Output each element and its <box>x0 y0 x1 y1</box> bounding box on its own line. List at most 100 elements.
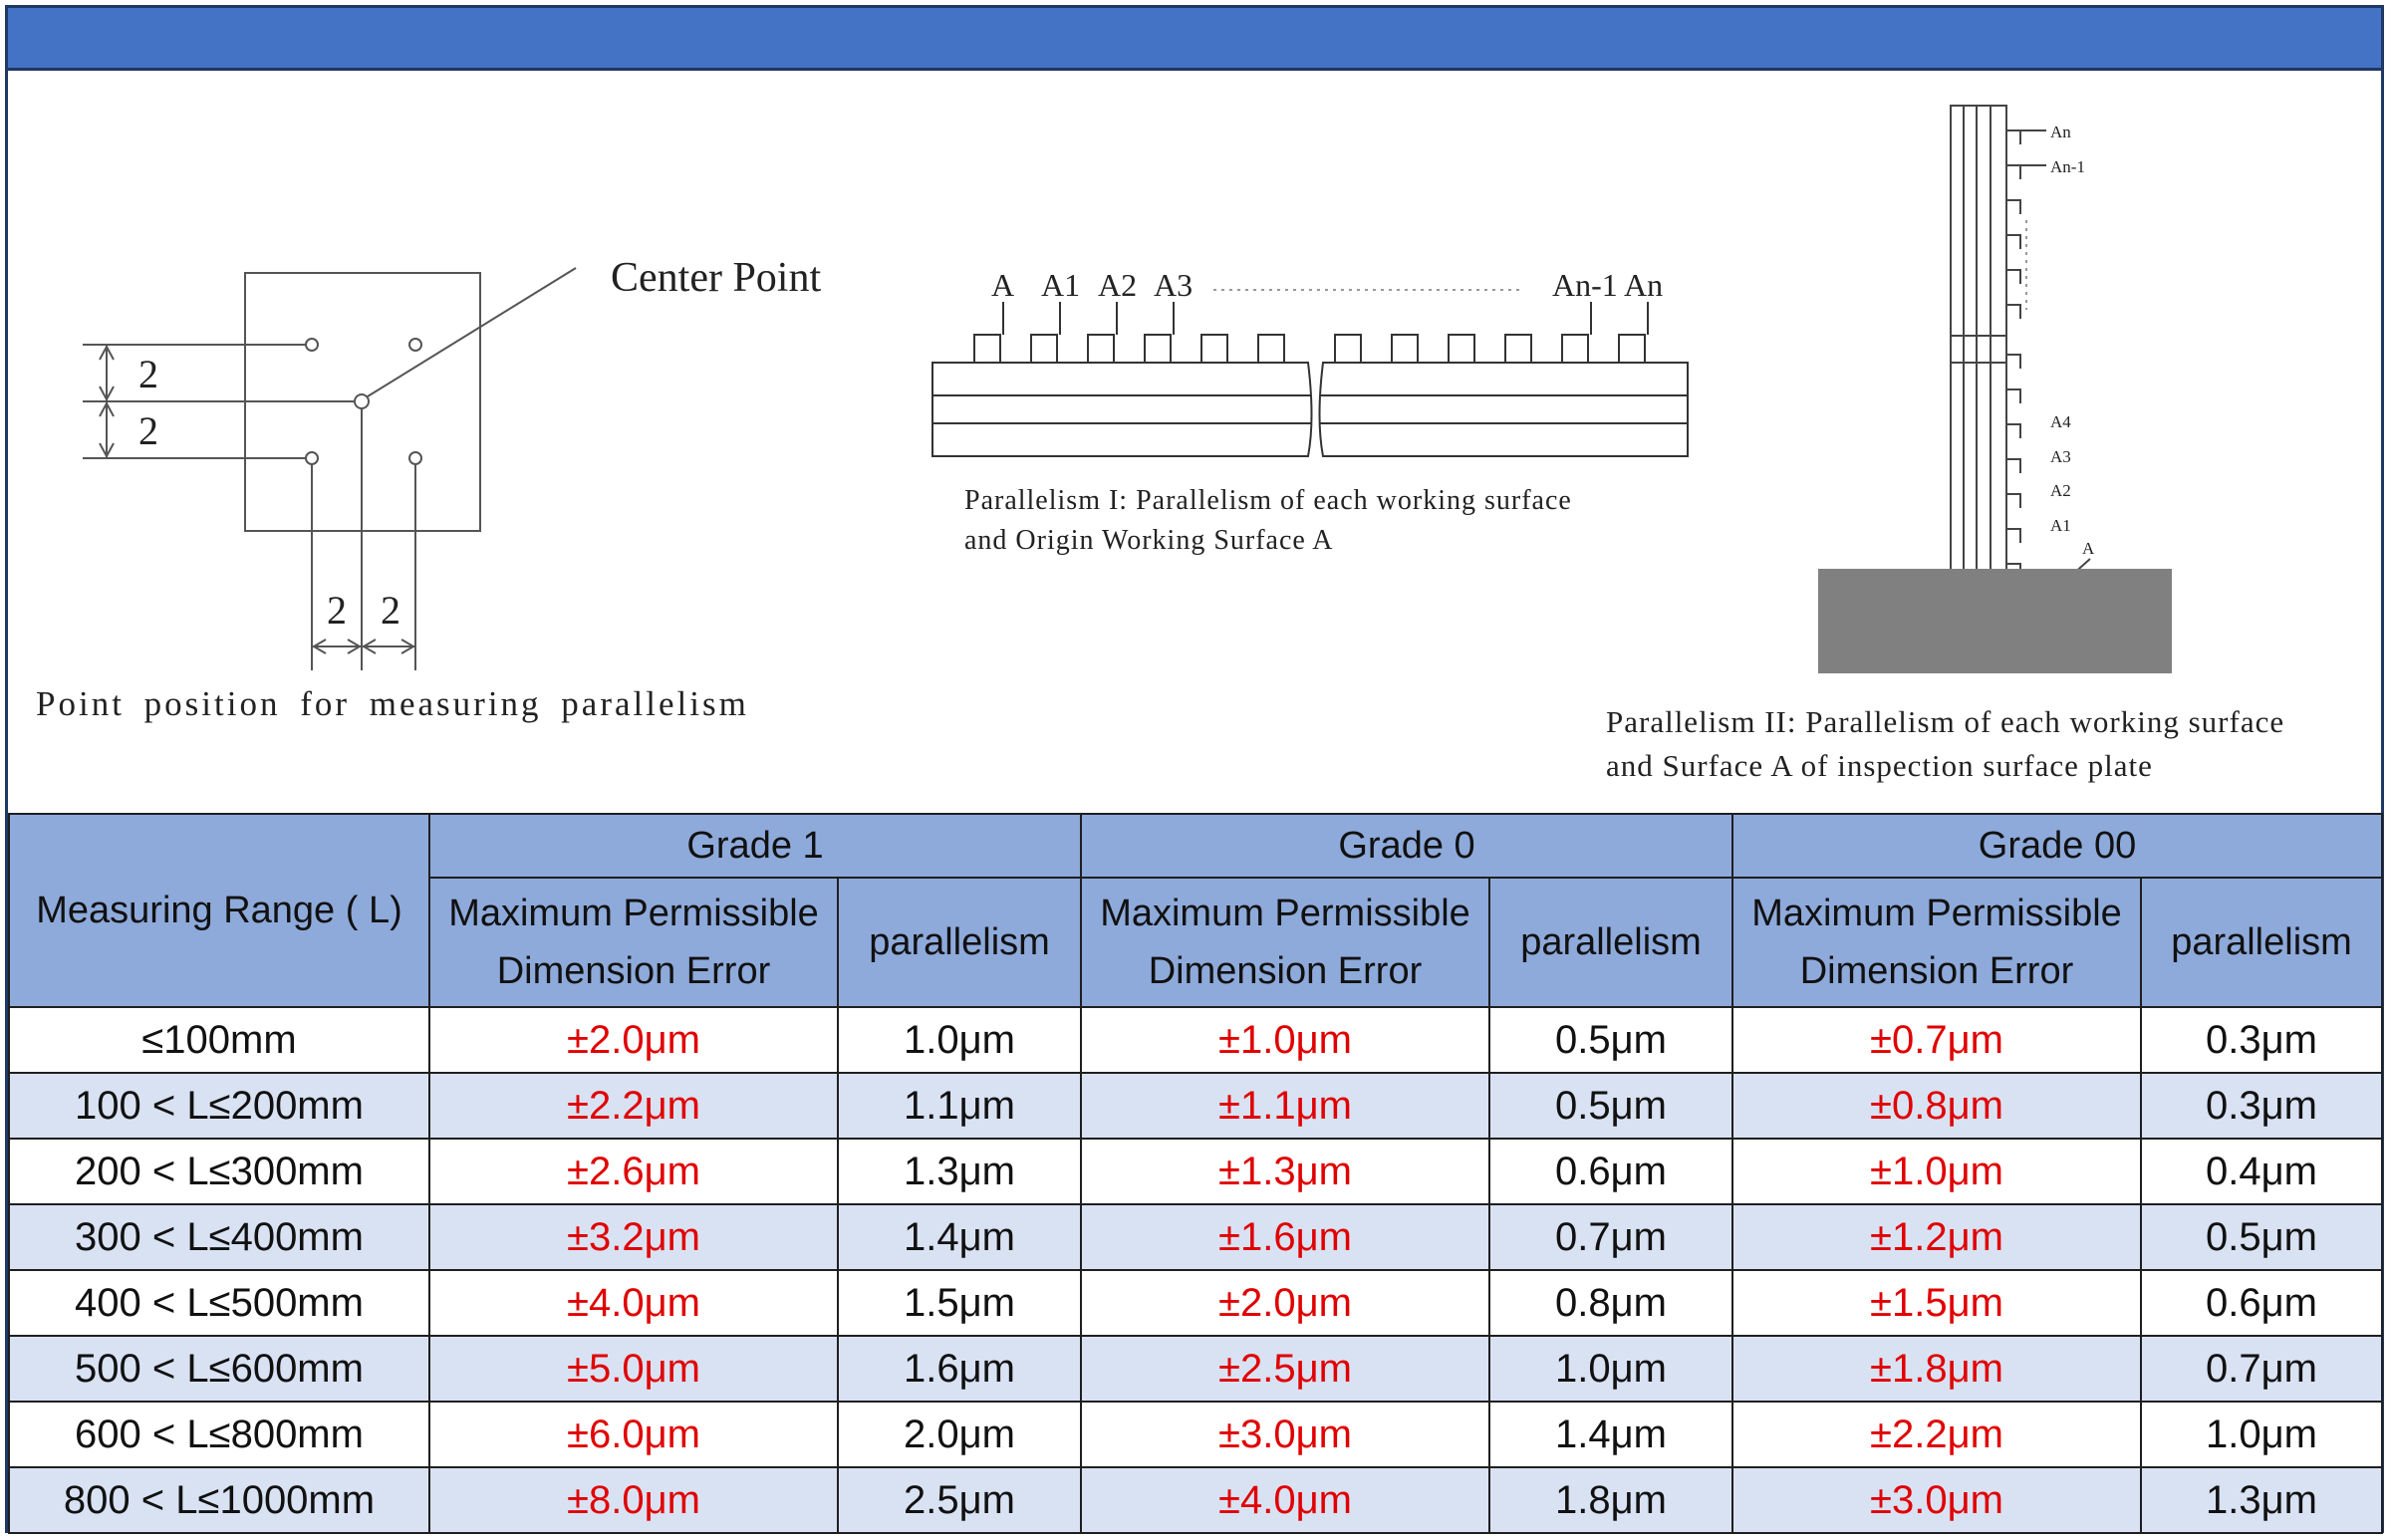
parallelism-cell: 0.5μm <box>1488 1072 1733 1140</box>
dimension-error-cell: ±6.0μm <box>428 1401 839 1468</box>
center-point-marker <box>354 393 370 409</box>
surface-label-an-1: An-1 <box>1552 267 1618 303</box>
side-label-a2: A2 <box>2050 481 2071 500</box>
parallelism-cell: 1.6μm <box>837 1335 1082 1403</box>
parallelism-cell: 1.0μm <box>837 1006 1082 1074</box>
title-bar <box>8 8 2381 71</box>
range-cell: 300 < L≤400mm <box>8 1203 430 1271</box>
table-row: 200 < L≤300mm ±2.6μm 1.3μm ±1.3μm 0.6μm ±1.0μ… <box>8 1138 2384 1205</box>
surface-label-a: A <box>991 267 1015 303</box>
parallelism-cell: 1.3μm <box>2139 1466 2384 1534</box>
side-label-a: A <box>2082 539 2095 558</box>
parallelism-header: parallelism <box>1488 877 1733 1008</box>
dimension-error-cell: ±2.5μm <box>1080 1335 1490 1403</box>
dimension-error-cell: ±8.0μm <box>428 1466 839 1534</box>
dimension-error-cell: ±3.2μm <box>428 1203 839 1271</box>
point-position-caption: Point position for measuring parallelism <box>36 684 749 723</box>
parallelism-cell: 0.7μm <box>1488 1203 1733 1271</box>
parallelism-cell: 1.3μm <box>837 1138 1082 1205</box>
grade-0-header: Grade 0 <box>1080 813 1733 879</box>
max-permissible-error-header: Maximum Permissible Dimension Error <box>1080 877 1490 1008</box>
dimension-error-cell: ±1.0μm <box>1731 1138 2142 1205</box>
parallelism-cell: 2.5μm <box>837 1466 1082 1534</box>
parallelism-i-caption-line1: Parallelism I: Parallelism of each worki… <box>964 485 1572 516</box>
parallelism-cell: 1.8μm <box>1488 1466 1733 1534</box>
parallelism-cell: 0.6μm <box>2139 1269 2384 1337</box>
max-permissible-error-header: Maximum Permissible Dimension Error <box>428 877 839 1008</box>
range-cell: 800 < L≤1000mm <box>8 1466 430 1534</box>
range-cell: 200 < L≤300mm <box>8 1138 430 1205</box>
range-cell: 600 < L≤800mm <box>8 1401 430 1468</box>
measure-point <box>408 338 422 352</box>
table-row: 300 < L≤400mm ±3.2μm 1.4μm ±1.6μm 0.7μm ±1.2μ… <box>8 1203 2384 1271</box>
parallelism-cell: 0.3μm <box>2139 1006 2384 1074</box>
dimension-error-cell: ±1.0μm <box>1080 1006 1490 1074</box>
parallelism-cell: 1.0μm <box>2139 1401 2384 1468</box>
dimension-error-cell: ±3.0μm <box>1731 1466 2142 1534</box>
surface-label-a3: A3 <box>1154 267 1194 303</box>
dimension-error-cell: ±2.2μm <box>428 1072 839 1140</box>
table-row: 500 < L≤600mm ±5.0μm 1.6μm ±2.5μm 1.0μm ±1.8μ… <box>8 1335 2384 1403</box>
table-row: ≤100mm ±2.0μm 1.0μm ±1.0μm 0.5μm ±0.7μm 0.3μm <box>8 1006 2384 1074</box>
dimension-error-cell: ±1.3μm <box>1080 1138 1490 1205</box>
measuring-range-header: Measuring Range ( L) <box>8 813 430 1008</box>
parallelism-cell: 1.4μm <box>1488 1401 1733 1468</box>
dimension-error-cell: ±1.1μm <box>1080 1072 1490 1140</box>
parallelism-cell: 0.3μm <box>2139 1072 2384 1140</box>
parallelism-spec-table: Measuring Range ( L) Grade 1 Grade 0 Gra… <box>8 813 2384 1534</box>
range-cell: 400 < L≤500mm <box>8 1269 430 1337</box>
surface-label-an: An <box>1624 267 1664 303</box>
parallelism-cell: 1.5μm <box>837 1269 1082 1337</box>
parallelism-ii-caption-line1: Parallelism II: Parallelism of each work… <box>1606 704 2285 739</box>
inspection-surface-plate <box>1818 569 2172 673</box>
dimension-error-cell: ±5.0μm <box>428 1335 839 1403</box>
parallelism-i-caption-line2: and Origin Working Surface A <box>964 525 1334 556</box>
grade-1-header: Grade 1 <box>428 813 1082 879</box>
dimension-error-cell: ±3.0μm <box>1080 1401 1490 1468</box>
side-label-a1: A1 <box>2050 516 2071 535</box>
table-row: 800 < L≤1000mm ±8.0μm 2.5μm ±4.0μm 1.8μm ±3.0… <box>8 1466 2384 1534</box>
surface-label-a1: A1 <box>1041 267 1081 303</box>
surface-label-a2: A2 <box>1098 267 1138 303</box>
gauge-block-stack-vertical <box>1950 105 2091 642</box>
measuring-bumps <box>973 334 1646 364</box>
gauge-block-stack-horizontal <box>931 289 1689 457</box>
parallelism-ii-caption-line2: and Surface A of inspection surface plat… <box>1606 748 2153 783</box>
measure-point <box>305 338 319 352</box>
spec-table-body: ≤100mm ±2.0μm 1.0μm ±1.0μm 0.5μm ±0.7μm 0.3μm 1… <box>8 1006 2384 1534</box>
measure-point <box>408 451 422 465</box>
table-row: 100 < L≤200mm ±2.2μm 1.1μm ±1.1μm 0.5μm ±0.8μ… <box>8 1072 2384 1140</box>
dimension-error-cell: ±1.5μm <box>1731 1269 2142 1337</box>
side-label-an-1: An-1 <box>2050 157 2085 176</box>
parallelism-cell: 0.4μm <box>2139 1138 2384 1205</box>
side-ticks <box>2006 129 2021 613</box>
measure-point <box>305 451 319 465</box>
range-cell: 100 < L≤200mm <box>8 1072 430 1140</box>
dimension-error-cell: ±2.6μm <box>428 1138 839 1205</box>
dimension-error-cell: ±4.0μm <box>428 1269 839 1337</box>
side-label-an: An <box>2050 123 2071 141</box>
dimension-error-cell: ±2.0μm <box>1080 1269 1490 1337</box>
dimension-error-cell: ±1.2μm <box>1731 1203 2142 1271</box>
dim-label: 2 <box>138 408 158 453</box>
diagram-area: Center Point 2 2 2 2 Point position for … <box>8 71 2381 813</box>
dimension-error-cell: ±1.8μm <box>1731 1335 2142 1403</box>
dimension-error-cell: ±0.8μm <box>1731 1072 2142 1140</box>
parallelism-header: parallelism <box>837 877 1082 1008</box>
parallelism-cell: 0.6μm <box>1488 1138 1733 1205</box>
dimension-error-cell: ±1.6μm <box>1080 1203 1490 1271</box>
parallelism-cell: 2.0μm <box>837 1401 1082 1468</box>
parallelism-cell: 0.5μm <box>1488 1006 1733 1074</box>
parallelism-cell: 1.4μm <box>837 1203 1082 1271</box>
parallelism-cell: 0.7μm <box>2139 1335 2384 1403</box>
side-label-a3: A3 <box>2050 447 2071 466</box>
dimension-error-cell: ±4.0μm <box>1080 1466 1490 1534</box>
max-permissible-error-header: Maximum Permissible Dimension Error <box>1731 877 2142 1008</box>
dim-label: 2 <box>138 352 158 396</box>
table-row: 600 < L≤800mm ±6.0μm 2.0μm ±3.0μm 1.4μm ±2.2μ… <box>8 1401 2384 1468</box>
table-row: 400 < L≤500mm ±4.0μm 1.5μm ±2.0μm 0.8μm ±1.5μ… <box>8 1269 2384 1337</box>
parallelism-cell: 1.0μm <box>1488 1335 1733 1403</box>
center-point-leader <box>367 267 577 397</box>
center-point-label: Center Point <box>611 255 822 301</box>
parallelism-header: parallelism <box>2139 877 2384 1008</box>
